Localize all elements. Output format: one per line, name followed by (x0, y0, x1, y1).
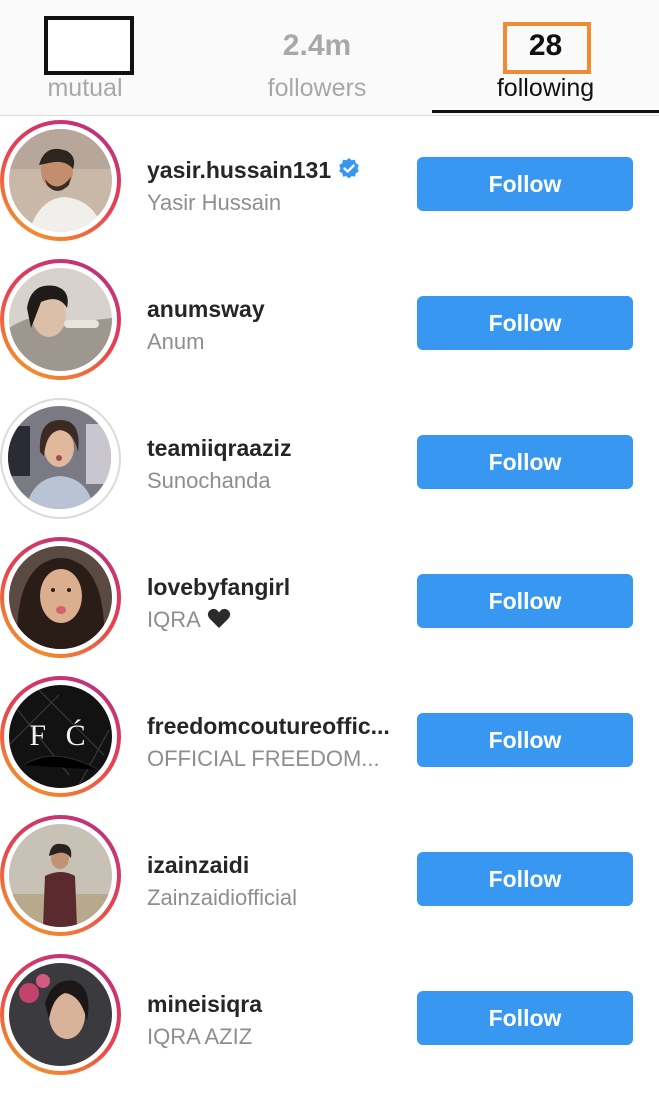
follow-button[interactable]: Follow (417, 574, 633, 628)
follow-tabs-header: mutual 2.4m followers 28 following (0, 0, 659, 116)
tab-followers[interactable]: 2.4m followers (212, 0, 422, 114)
follow-button[interactable]: Follow (417, 435, 633, 489)
full-name: Anum (147, 329, 205, 354)
list-item[interactable]: teamiiqraaziz Sunochanda Follow (0, 398, 659, 537)
full-name: Sunochanda (147, 468, 271, 493)
story-ring[interactable] (0, 259, 121, 380)
count-highlight-box (503, 22, 591, 74)
username[interactable]: teamiiqraaziz (147, 433, 291, 463)
story-ring[interactable] (0, 815, 121, 936)
active-tab-indicator (432, 110, 659, 113)
tab-mutual-label: mutual (47, 74, 123, 102)
tab-following-label: following (496, 74, 595, 102)
username[interactable]: lovebyfangirl (147, 572, 290, 602)
following-list[interactable]: yasir.hussain131 Yasir Hussain Follow an… (0, 116, 659, 1075)
follow-button[interactable]: Follow (417, 852, 633, 906)
list-item[interactable]: anumsway Anum Follow (0, 259, 659, 398)
follow-button[interactable]: Follow (417, 991, 633, 1045)
username[interactable]: mineisiqra (147, 989, 262, 1019)
full-name: Zainzaidiofficial (147, 885, 298, 910)
list-item[interactable]: izainzaidi Zainzaidiofficial Follow (0, 815, 659, 954)
redaction-box (44, 16, 134, 75)
black-heart-icon (207, 607, 231, 637)
username[interactable]: freedomcoutureoffic... (147, 711, 390, 741)
follow-button[interactable]: Follow (417, 713, 633, 767)
tab-followers-count: 2.4m (282, 29, 352, 62)
username[interactable]: yasir.hussain131 (147, 155, 361, 188)
avatar (9, 963, 112, 1066)
avatar (9, 129, 112, 232)
full-name: IQRA AZIZ (147, 1024, 253, 1049)
story-ring[interactable] (0, 120, 121, 241)
list-item[interactable]: F Ć freedomcoutureoffic... OFFICIAL FREE… (0, 676, 659, 815)
avatar (9, 268, 112, 371)
avatar-ring[interactable] (0, 398, 121, 519)
story-ring[interactable] (0, 954, 121, 1075)
tab-followers-label: followers (267, 74, 367, 102)
full-name: IQRA (147, 605, 231, 637)
list-item[interactable]: yasir.hussain131 Yasir Hussain Follow (0, 120, 659, 259)
follow-button[interactable]: Follow (417, 157, 633, 211)
full-name: OFFICIAL FREEDOM... (147, 746, 380, 771)
story-ring[interactable]: F Ć (0, 676, 121, 797)
avatar-logo-text: F Ć (29, 719, 92, 752)
avatar (9, 824, 112, 927)
list-item[interactable]: lovebyfangirl IQRA Follow (0, 537, 659, 676)
avatar (8, 406, 111, 509)
username[interactable]: anumsway (147, 294, 265, 324)
verified-badge-icon (337, 157, 361, 188)
avatar (9, 546, 112, 649)
story-ring[interactable] (0, 537, 121, 658)
avatar: F Ć (9, 685, 112, 788)
username[interactable]: izainzaidi (147, 850, 249, 880)
full-name: Yasir Hussain (147, 190, 282, 215)
follow-button[interactable]: Follow (417, 296, 633, 350)
